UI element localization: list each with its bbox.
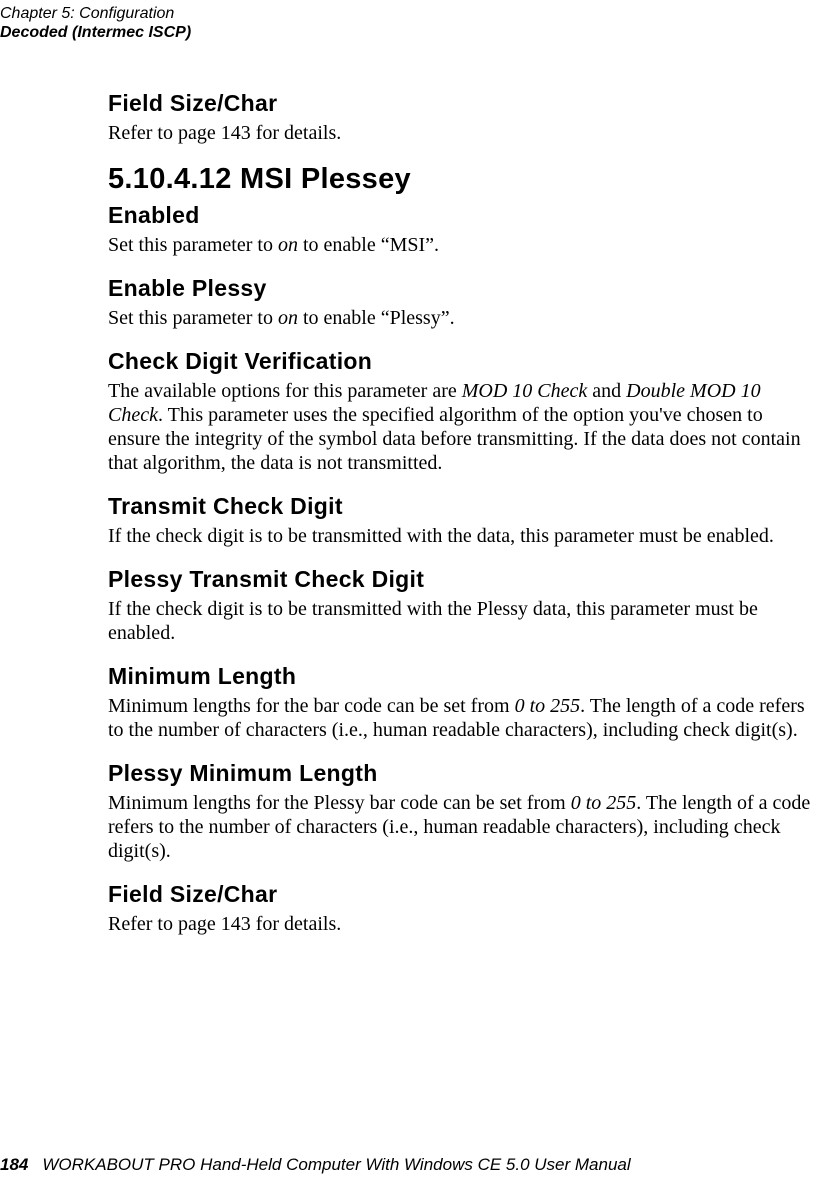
- body-plessy-minimum-length: Minimum lengths for the Plessy bar code …: [108, 791, 812, 863]
- text-fragment: to enable “MSI”.: [298, 234, 439, 256]
- running-footer: 184 WORKABOUT PRO Hand-Held Computer With…: [0, 1155, 631, 1175]
- page: Chapter 5: Configuration Decoded (Interm…: [0, 0, 825, 1197]
- body-enable-plessy: Set this parameter to on to enable “Ples…: [108, 306, 812, 330]
- text-fragment: Set this parameter to: [108, 307, 278, 329]
- param-value: 0 to 255: [571, 792, 637, 814]
- page-number: 184: [0, 1155, 28, 1174]
- heading-msi-plessey: 5.10.4.12 MSI Plessey: [108, 163, 812, 196]
- param-value: on: [278, 234, 298, 256]
- running-header: Chapter 5: Configuration Decoded (Interm…: [0, 4, 191, 42]
- param-value: on: [278, 307, 298, 329]
- text-fragment: Minimum lengths for the bar code can be …: [108, 695, 515, 717]
- heading-plessy-minimum-length: Plessy Minimum Length: [108, 760, 812, 787]
- body-plessy-transmit-check-digit: If the check digit is to be transmitted …: [108, 597, 812, 645]
- text-fragment: The available options for this parameter…: [108, 380, 462, 402]
- heading-field-size-char-2: Field Size/Char: [108, 881, 812, 908]
- text-fragment: Minimum lengths for the Plessy bar code …: [108, 792, 571, 814]
- header-line-2: Decoded (Intermec ISCP): [0, 23, 191, 42]
- param-value: 0 to 255: [515, 695, 581, 717]
- body-minimum-length: Minimum lengths for the bar code can be …: [108, 694, 812, 742]
- header-line-1: Chapter 5: Configuration: [0, 4, 191, 23]
- heading-check-digit-verification: Check Digit Verification: [108, 348, 812, 375]
- heading-enabled: Enabled: [108, 202, 812, 229]
- body-transmit-check-digit: If the check digit is to be transmitted …: [108, 524, 812, 548]
- heading-enable-plessy: Enable Plessy: [108, 275, 812, 302]
- param-value: MOD 10 Check: [462, 380, 588, 402]
- text-fragment: Set this parameter to: [108, 234, 278, 256]
- heading-field-size-char-1: Field Size/Char: [108, 90, 812, 117]
- heading-transmit-check-digit: Transmit Check Digit: [108, 493, 812, 520]
- body-check-digit-verification: The available options for this parameter…: [108, 379, 812, 475]
- body-field-size-char-1: Refer to page 143 for details.: [108, 121, 812, 145]
- heading-plessy-transmit-check-digit: Plessy Transmit Check Digit: [108, 566, 812, 593]
- body-enabled: Set this parameter to on to enable “MSI”…: [108, 233, 812, 257]
- text-fragment: to enable “Plessy”.: [298, 307, 455, 329]
- text-fragment: . This parameter uses the specified algo…: [108, 404, 801, 474]
- content-area: Field Size/Char Refer to page 143 for de…: [108, 90, 812, 954]
- body-field-size-char-2: Refer to page 143 for details.: [108, 912, 812, 936]
- text-fragment: and: [587, 380, 626, 402]
- footer-title: WORKABOUT PRO Hand-Held Computer With Wi…: [42, 1155, 630, 1174]
- heading-minimum-length: Minimum Length: [108, 663, 812, 690]
